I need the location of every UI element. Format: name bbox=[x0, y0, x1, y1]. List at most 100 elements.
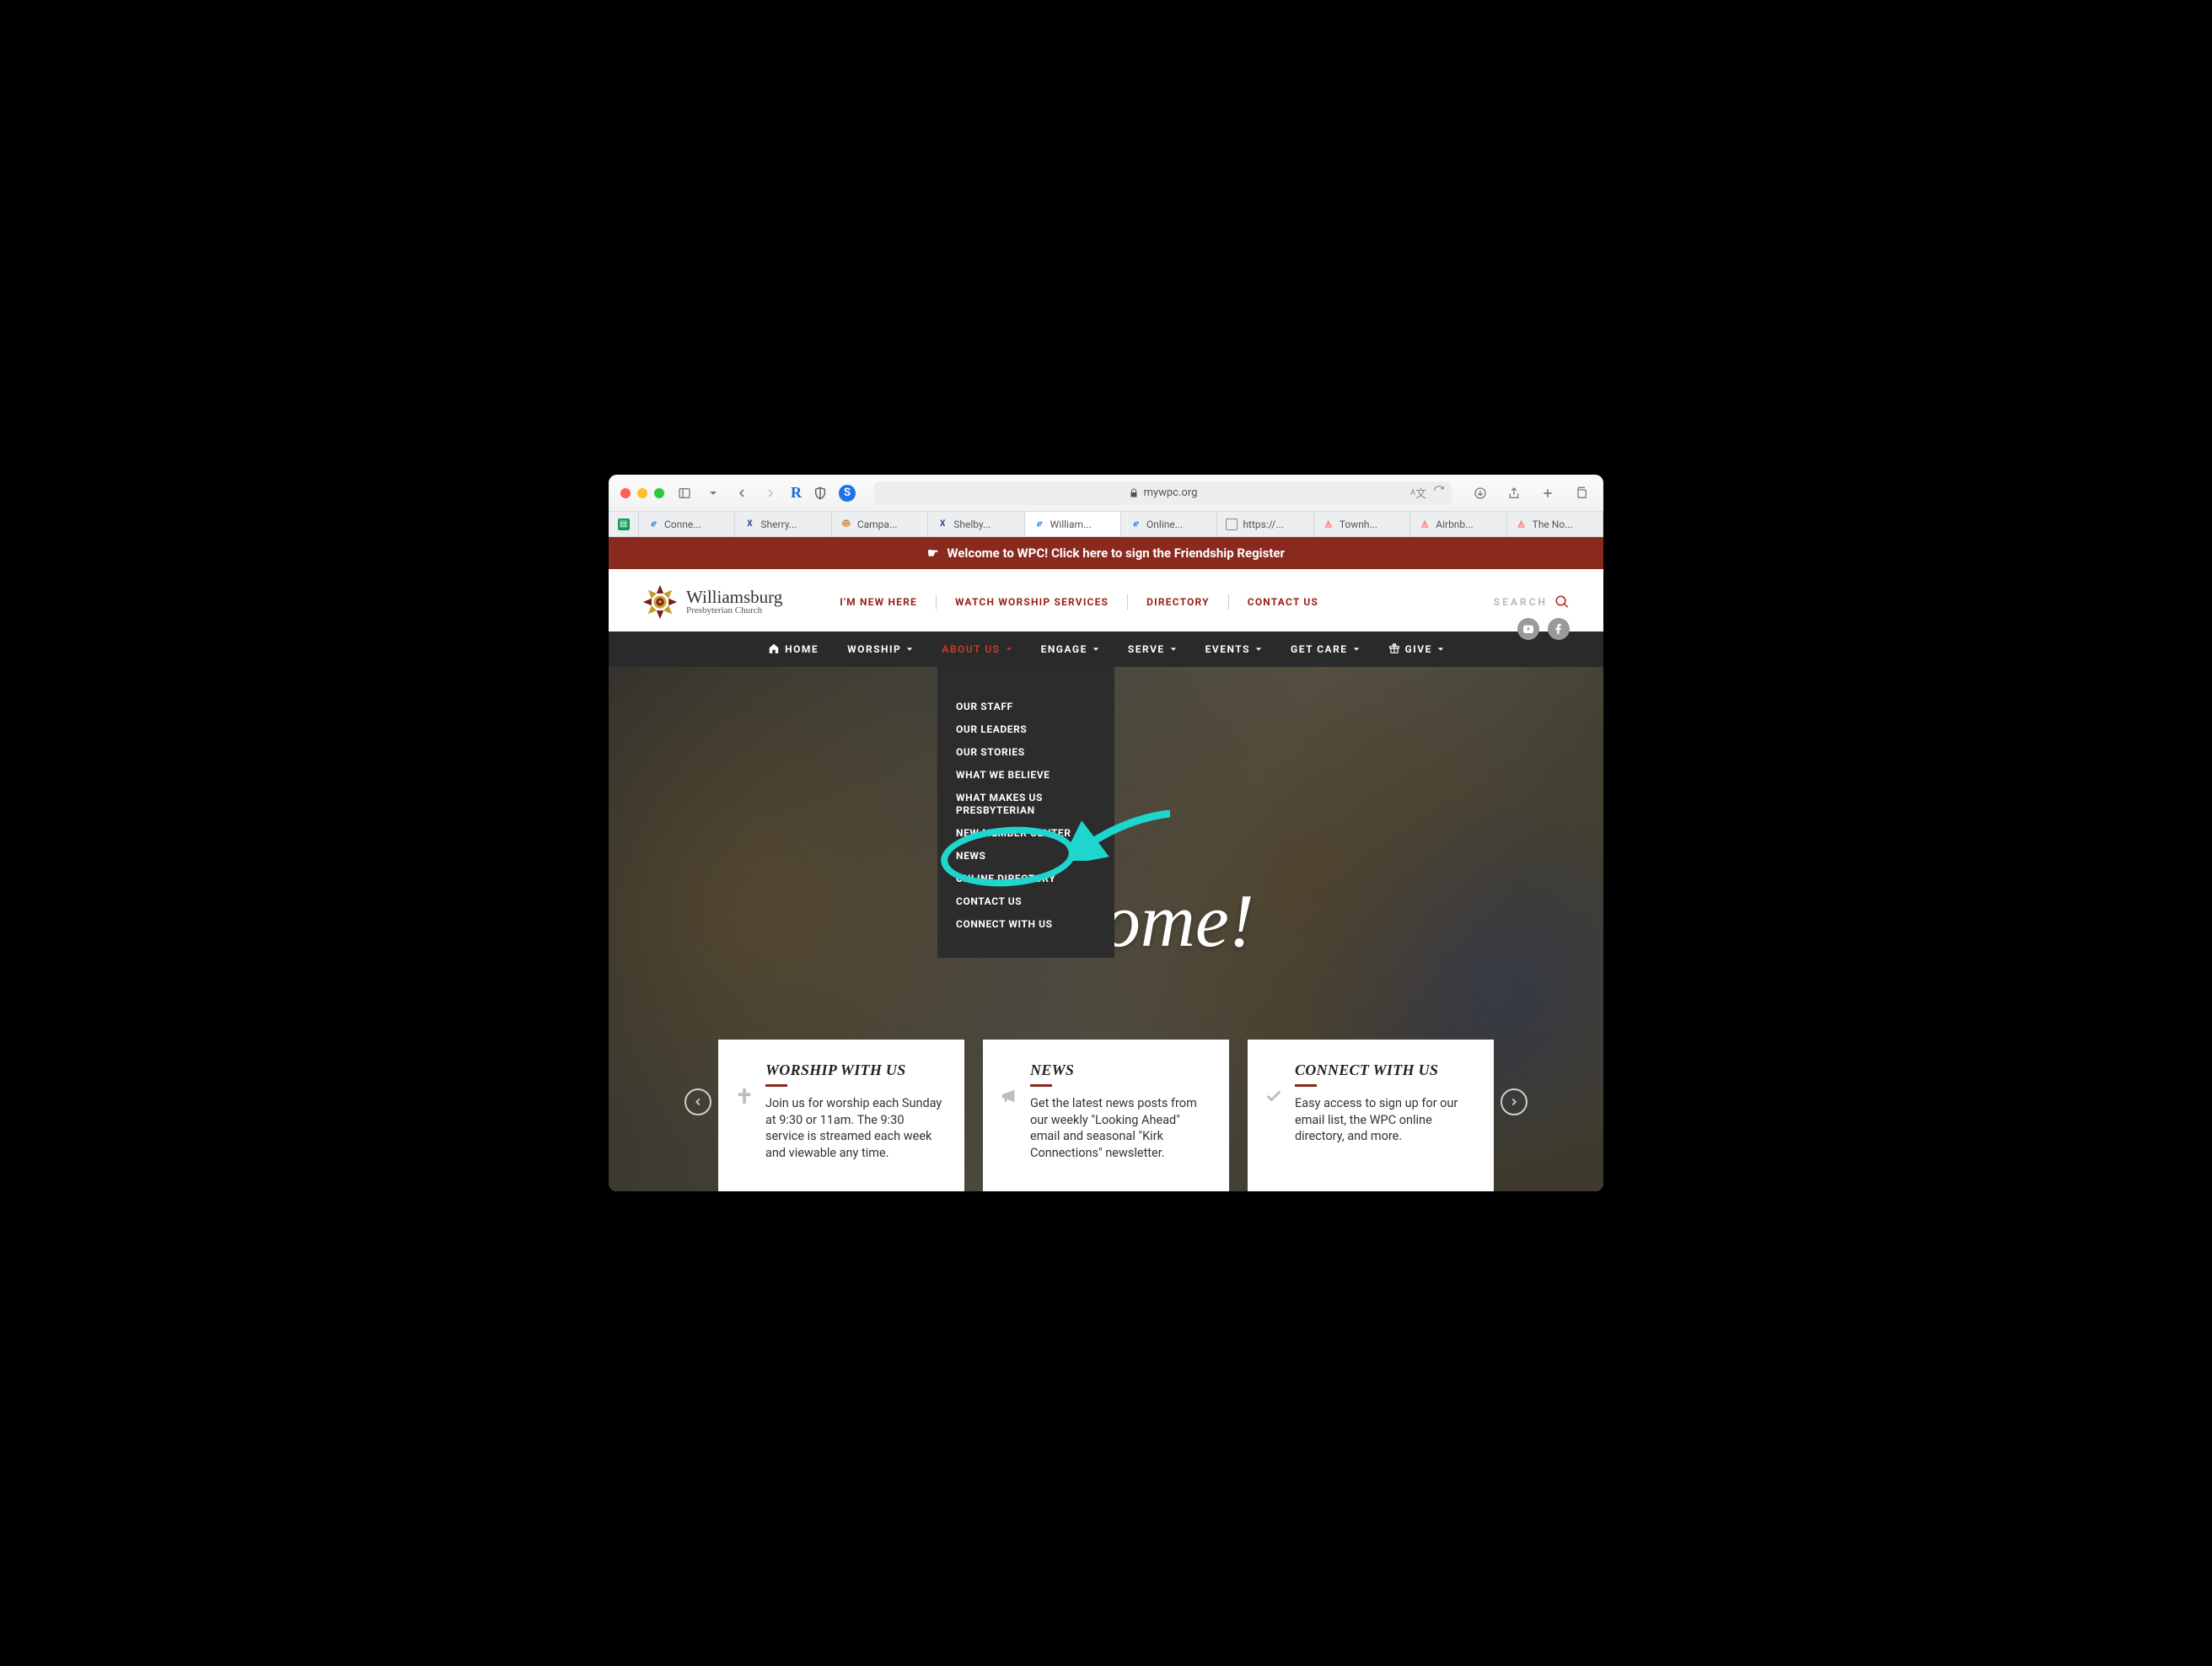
reload-icon[interactable] bbox=[1433, 485, 1445, 497]
dropdown-item[interactable]: OUR LEADERS bbox=[956, 718, 1096, 741]
utility-nav-item[interactable]: WATCH WORSHIP SERVICES bbox=[936, 594, 1127, 610]
privacy-shield-icon[interactable] bbox=[810, 483, 830, 503]
share-icon[interactable] bbox=[1504, 483, 1524, 503]
site-logo[interactable]: ✳ Williamsburg Presbyterian Church bbox=[642, 584, 782, 620]
annotation-arrow-icon bbox=[1069, 810, 1170, 861]
close-window-button[interactable] bbox=[620, 488, 631, 498]
banner-text: Welcome to WPC! Click here to sign the F… bbox=[947, 545, 1285, 561]
browser-tab[interactable]: XSherry... bbox=[735, 512, 831, 536]
browser-tab[interactable]: https://... bbox=[1217, 512, 1313, 536]
cross-icon bbox=[735, 1087, 754, 1105]
back-button[interactable] bbox=[732, 483, 752, 503]
facebook-icon[interactable] bbox=[1548, 618, 1570, 640]
browser-tab[interactable]: ◬Townh... bbox=[1314, 512, 1410, 536]
carousel-prev-button[interactable] bbox=[685, 1088, 711, 1115]
new-tab-icon[interactable] bbox=[1538, 483, 1558, 503]
gift-icon bbox=[1388, 642, 1400, 657]
nav-label: EVENTS bbox=[1205, 643, 1250, 655]
sidebar-toggle-icon[interactable] bbox=[674, 483, 695, 503]
chevron-down-icon bbox=[906, 646, 913, 653]
home-icon bbox=[768, 642, 780, 657]
minimize-window-button[interactable] bbox=[637, 488, 647, 498]
maximize-window-button[interactable] bbox=[654, 488, 664, 498]
browser-window: R S mywpc.org ᴬ文 ▤ℯConne...XSherry...🐵Ca… bbox=[609, 475, 1603, 1191]
utility-nav: I'M NEW HEREWATCH WORSHIP SERVICESDIRECT… bbox=[821, 594, 1337, 610]
tab-label: Airbnb... bbox=[1436, 519, 1473, 530]
main-nav: HOME WORSHIP ABOUT US ENGAGE SERVE EVENTS GET … bbox=[609, 631, 1603, 667]
tab-label: https://... bbox=[1243, 519, 1283, 530]
main-nav-item[interactable]: WORSHIP bbox=[847, 643, 913, 655]
check-icon bbox=[1264, 1087, 1283, 1105]
card-title: CONNECT WITH US bbox=[1295, 1061, 1472, 1087]
card-title: WORSHIP WITH US bbox=[765, 1061, 942, 1087]
utility-nav-item[interactable]: CONTACT US bbox=[1228, 594, 1337, 610]
main-nav-item[interactable]: GET CARE bbox=[1291, 643, 1360, 655]
browser-tab[interactable]: ℯOnline... bbox=[1121, 512, 1217, 536]
card-body: Get the latest news posts from our weekl… bbox=[1030, 1095, 1207, 1161]
dropdown-item[interactable]: OUR STORIES bbox=[956, 741, 1096, 764]
youtube-icon[interactable] bbox=[1517, 618, 1539, 640]
nav-label: SERVE bbox=[1128, 643, 1165, 655]
main-nav-item[interactable]: ABOUT US bbox=[942, 643, 1012, 655]
chevron-down-icon bbox=[1006, 646, 1012, 653]
main-nav-item[interactable]: HOME bbox=[768, 642, 819, 657]
browser-tab[interactable]: ℯConne... bbox=[639, 512, 735, 536]
dropdown-item[interactable]: CONNECT WITH US bbox=[956, 913, 1096, 936]
search-placeholder: SEARCH bbox=[1494, 596, 1548, 608]
feature-card[interactable]: CONNECT WITH US Easy access to sign up fo… bbox=[1248, 1040, 1494, 1191]
tab-strip: ▤ℯConne...XSherry...🐵Campa...XShelby...ℯ… bbox=[609, 512, 1603, 537]
browser-tab[interactable]: ▤ bbox=[609, 512, 639, 536]
tab-label: Shelby... bbox=[953, 519, 991, 530]
chevron-down-icon bbox=[1353, 646, 1360, 653]
main-nav-item[interactable]: SERVE bbox=[1128, 643, 1177, 655]
main-nav-item[interactable]: EVENTS bbox=[1205, 643, 1262, 655]
window-controls bbox=[620, 488, 664, 498]
forward-button[interactable] bbox=[760, 483, 781, 503]
tab-label: Sherry... bbox=[760, 519, 797, 530]
browser-tab[interactable]: ◬Airbnb... bbox=[1410, 512, 1506, 536]
dropdown-item[interactable]: OUR STAFF bbox=[956, 696, 1096, 718]
tab-label: Online... bbox=[1146, 519, 1183, 530]
feature-card[interactable]: NEWSGet the latest news posts from our w… bbox=[983, 1040, 1229, 1191]
search[interactable]: SEARCH bbox=[1494, 594, 1570, 610]
browser-tab[interactable]: ℯWilliam... bbox=[1025, 512, 1121, 536]
tab-overview-icon[interactable] bbox=[1571, 483, 1592, 503]
svg-text:✳: ✳ bbox=[658, 599, 663, 605]
nav-label: HOME bbox=[785, 643, 819, 655]
extension-s-icon[interactable]: S bbox=[839, 485, 856, 502]
dropdown-item[interactable]: WHAT WE BELIEVE bbox=[956, 764, 1096, 787]
pointing-hand-icon: ☛ bbox=[927, 545, 938, 561]
downloads-icon[interactable] bbox=[1470, 483, 1490, 503]
utility-nav-item[interactable]: DIRECTORY bbox=[1127, 594, 1228, 610]
utility-nav-item[interactable]: I'M NEW HERE bbox=[821, 594, 936, 610]
carousel-next-button[interactable] bbox=[1501, 1088, 1527, 1115]
tab-label: The No... bbox=[1533, 519, 1573, 530]
browser-tab[interactable]: XShelby... bbox=[928, 512, 1024, 536]
nav-label: GIVE bbox=[1405, 643, 1432, 655]
dropdown-item[interactable]: CONTACT US bbox=[956, 890, 1096, 913]
url-text: mywpc.org bbox=[1144, 486, 1198, 499]
logo-subtitle: Presbyterian Church bbox=[686, 606, 782, 615]
tab-label: Campa... bbox=[857, 519, 898, 530]
nav-label: WORSHIP bbox=[847, 643, 901, 655]
main-nav-item[interactable]: ENGAGE bbox=[1041, 643, 1099, 655]
extension-r-icon[interactable]: R bbox=[791, 484, 802, 502]
main-nav-item[interactable]: GIVE bbox=[1388, 642, 1444, 657]
card-body: Easy access to sign up for our email lis… bbox=[1295, 1095, 1472, 1145]
browser-tab[interactable]: 🐵Campa... bbox=[832, 512, 928, 536]
feature-cards: WORSHIP WITH USJoin us for worship each … bbox=[718, 1040, 1494, 1191]
chevron-down-icon bbox=[1170, 646, 1177, 653]
nav-label: GET CARE bbox=[1291, 643, 1348, 655]
chevron-down-icon bbox=[1437, 646, 1444, 653]
address-bar[interactable]: mywpc.org ᴬ文 bbox=[874, 481, 1452, 505]
announcement-banner[interactable]: ☛ Welcome to WPC! Click here to sign the… bbox=[609, 537, 1603, 569]
logo-icon: ✳ bbox=[642, 584, 678, 620]
browser-tab[interactable]: ◬The No... bbox=[1507, 512, 1603, 536]
feature-card[interactable]: WORSHIP WITH USJoin us for worship each … bbox=[718, 1040, 964, 1191]
nav-label: ENGAGE bbox=[1041, 643, 1087, 655]
translate-icon[interactable]: ᴬ文 bbox=[1410, 485, 1426, 501]
tab-group-dropdown[interactable] bbox=[703, 483, 723, 503]
tab-label: Conne... bbox=[664, 519, 701, 530]
titlebar: R S mywpc.org ᴬ文 bbox=[609, 475, 1603, 512]
lock-icon bbox=[1129, 488, 1139, 498]
